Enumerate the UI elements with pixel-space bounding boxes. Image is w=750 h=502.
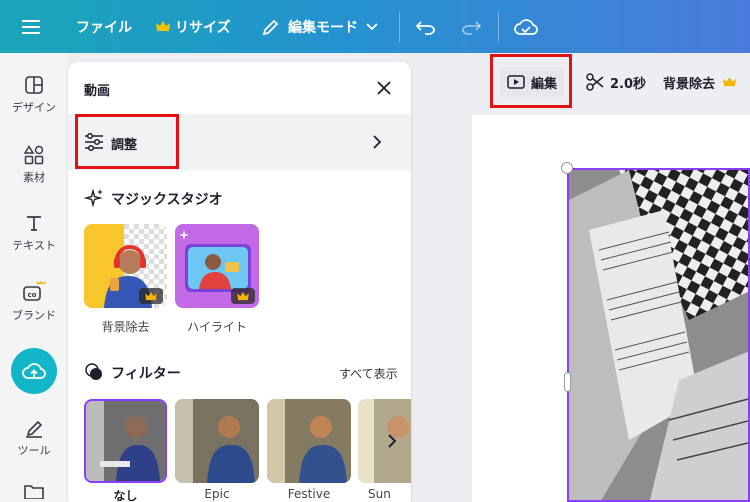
- cloud-save-status[interactable]: [514, 0, 538, 53]
- trim-button[interactable]: 2.0秒: [586, 67, 646, 97]
- filter-next-button[interactable]: [380, 429, 404, 453]
- folder-icon: [24, 485, 44, 499]
- redo-button[interactable]: [461, 0, 481, 53]
- edit-mode-dropdown[interactable]: 編集モード: [262, 0, 378, 53]
- close-button[interactable]: [374, 78, 394, 98]
- context-toolbar: 編集 2.0秒 背景除去: [490, 62, 750, 102]
- bg-remove-label: 背景除去: [663, 76, 716, 92]
- chevron-right-icon: [373, 135, 382, 149]
- sparkle-icon: [84, 188, 103, 208]
- separator: [399, 12, 400, 42]
- panel-header: 動画: [68, 62, 411, 114]
- rail-label: ツール: [17, 444, 51, 457]
- sheet-music-video-frame: [569, 170, 748, 500]
- edit-mode-label: 編集モード: [288, 19, 358, 36]
- menu-button[interactable]: [22, 0, 40, 53]
- boy-piano-image: [86, 401, 165, 481]
- highlight-annotation: [75, 114, 179, 169]
- filter-none-label: なし: [113, 489, 138, 502]
- chevron-right-icon: [388, 434, 397, 448]
- play-frame-icon: [507, 75, 525, 89]
- crown-icon: [237, 291, 249, 300]
- pen-tool-icon: [26, 420, 43, 438]
- side-handle[interactable]: [564, 372, 571, 392]
- filter-sun-label: Sun: [368, 487, 391, 501]
- boy-piano-image: [175, 399, 259, 483]
- layout-icon: [25, 76, 43, 94]
- premium-badge: [139, 288, 163, 304]
- rail-item-tools[interactable]: ツール: [0, 418, 68, 458]
- filter-icon: [85, 363, 102, 380]
- rail-item-text[interactable]: テキスト: [0, 213, 68, 253]
- crown-icon: [723, 77, 736, 87]
- resize-label: リサイズ: [175, 19, 231, 36]
- chevron-down-icon: [366, 22, 378, 30]
- magic-studio-title: マジックスタジオ: [111, 192, 223, 208]
- svg-text:co: co: [28, 291, 37, 299]
- crown-icon: [156, 21, 170, 31]
- hamburger-icon: [22, 19, 40, 34]
- brand-kit-icon: co: [23, 281, 46, 301]
- rail-label: ブランド: [12, 309, 56, 322]
- highlight-caption: ハイライト: [187, 320, 247, 334]
- cloud-upload-icon: [22, 363, 46, 379]
- rail-label: テキスト: [12, 239, 56, 252]
- resize-handle[interactable]: [561, 162, 573, 174]
- bg-remove-button[interactable]: 背景除去: [663, 67, 736, 97]
- duration-label: 2.0秒: [610, 76, 647, 92]
- rail-item-uploads[interactable]: [11, 348, 57, 394]
- bg-remove-thumb[interactable]: [84, 224, 167, 308]
- file-menu[interactable]: ファイル: [76, 0, 132, 53]
- show-all-link[interactable]: すべて表示: [339, 365, 398, 382]
- rail-item-elements[interactable]: 素材: [0, 145, 68, 185]
- cloud-check-icon: [514, 18, 538, 35]
- text-t-icon: [27, 216, 41, 231]
- rail-label: 素材: [23, 171, 45, 184]
- edit-video-label: 編集: [530, 76, 557, 92]
- left-rail: デザイン 素材 テキスト co ブランド ツール: [0, 53, 68, 502]
- undo-icon: [416, 20, 435, 35]
- bg-remove-caption: 背景除去: [101, 320, 150, 334]
- filter-festive-thumb[interactable]: [267, 399, 351, 483]
- panel-title: 動画: [84, 84, 111, 99]
- video-element[interactable]: [567, 168, 750, 502]
- rail-item-projects[interactable]: [0, 483, 68, 499]
- filter-epic-label: Epic: [204, 487, 230, 501]
- rail-item-brand[interactable]: co ブランド: [0, 281, 68, 323]
- top-bar: ファイル リサイズ 編集モード: [0, 0, 750, 53]
- filter-festive-label: Festive: [287, 487, 331, 501]
- undo-button[interactable]: [416, 0, 436, 53]
- rail-item-design[interactable]: デザイン: [0, 75, 68, 115]
- filter-epic-thumb[interactable]: [175, 399, 259, 483]
- boy-piano-image: [267, 399, 351, 483]
- redo-icon: [462, 20, 481, 35]
- rail-label: デザイン: [12, 101, 56, 114]
- pencil-icon: [262, 19, 279, 35]
- edit-video-button[interactable]: 編集: [500, 67, 564, 97]
- shapes-icon: [24, 145, 44, 165]
- highlight-thumb[interactable]: [175, 224, 259, 308]
- filter-none-thumb[interactable]: [84, 399, 167, 483]
- separator: [498, 12, 499, 42]
- premium-badge: [231, 288, 255, 304]
- resize-button[interactable]: リサイズ: [156, 0, 231, 53]
- scissors-icon: [586, 73, 604, 91]
- filter-title: フィルター: [111, 366, 181, 382]
- crown-icon: [145, 291, 157, 300]
- close-icon: [377, 81, 391, 95]
